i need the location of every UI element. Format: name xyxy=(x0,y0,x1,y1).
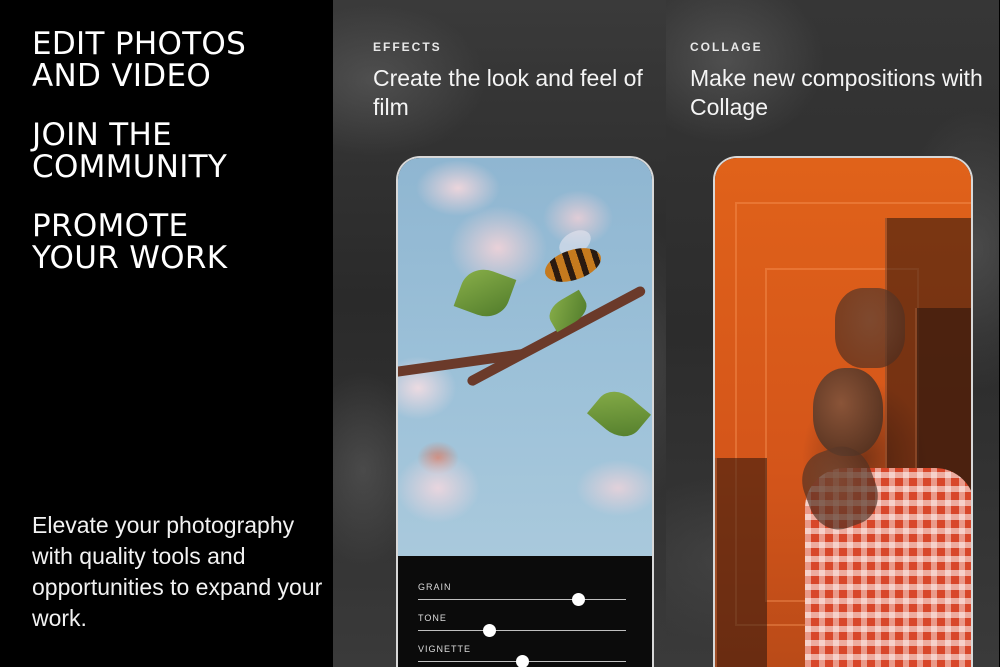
slider-vignette-thumb[interactable] xyxy=(516,655,529,667)
slider-tone-label: TONE xyxy=(418,613,447,623)
slider-grain[interactable]: GRAIN xyxy=(418,582,626,612)
effects-subhead: Create the look and feel of film xyxy=(373,65,643,120)
slider-tone-thumb[interactable] xyxy=(482,624,496,637)
tagline: Elevate your photography with quality to… xyxy=(32,512,323,631)
leaf xyxy=(586,382,652,446)
headline-join-community: JOIN THE COMMUNITY xyxy=(32,117,228,185)
collage-panel: COLLAGE Make new compositions with Colla… xyxy=(666,0,999,667)
slider-grain-track[interactable] xyxy=(418,599,626,600)
slider-vignette[interactable]: VIGNETTE xyxy=(418,644,626,667)
headline-edit-photos: EDIT PHOTOS AND VIDEO xyxy=(32,26,247,94)
collage-subhead: Make new compositions with Collage xyxy=(690,65,983,120)
collage-kicker: COLLAGE xyxy=(690,40,763,54)
effects-panel: EFFECTS Create the look and feel of film… xyxy=(333,0,666,667)
slider-tone-track[interactable] xyxy=(418,630,626,631)
effects-controls: GRAIN TONE VIGNETTE xyxy=(398,556,652,667)
collage-phone-mockup xyxy=(713,156,973,667)
blossom-photo xyxy=(398,158,652,556)
slider-grain-label: GRAIN xyxy=(418,582,452,592)
slider-grain-thumb[interactable] xyxy=(572,593,586,606)
slider-vignette-label: VIGNETTE xyxy=(418,644,472,654)
effects-phone-mockup: GRAIN TONE VIGNETTE xyxy=(396,156,654,667)
collage-photo xyxy=(715,158,971,667)
effects-kicker: EFFECTS xyxy=(373,40,442,54)
hand xyxy=(835,288,905,368)
headline-list: EDIT PHOTOS AND VIDEO JOIN THE COMMUNITY… xyxy=(32,28,246,301)
leaf xyxy=(453,262,517,324)
slider-tone[interactable]: TONE xyxy=(418,613,626,643)
portrait-face xyxy=(813,368,883,456)
headline-promote-work: PROMOTE YOUR WORK xyxy=(32,208,228,276)
collage-strip xyxy=(715,458,767,667)
bee xyxy=(540,241,606,289)
intro-panel: EDIT PHOTOS AND VIDEO JOIN THE COMMUNITY… xyxy=(0,0,333,667)
